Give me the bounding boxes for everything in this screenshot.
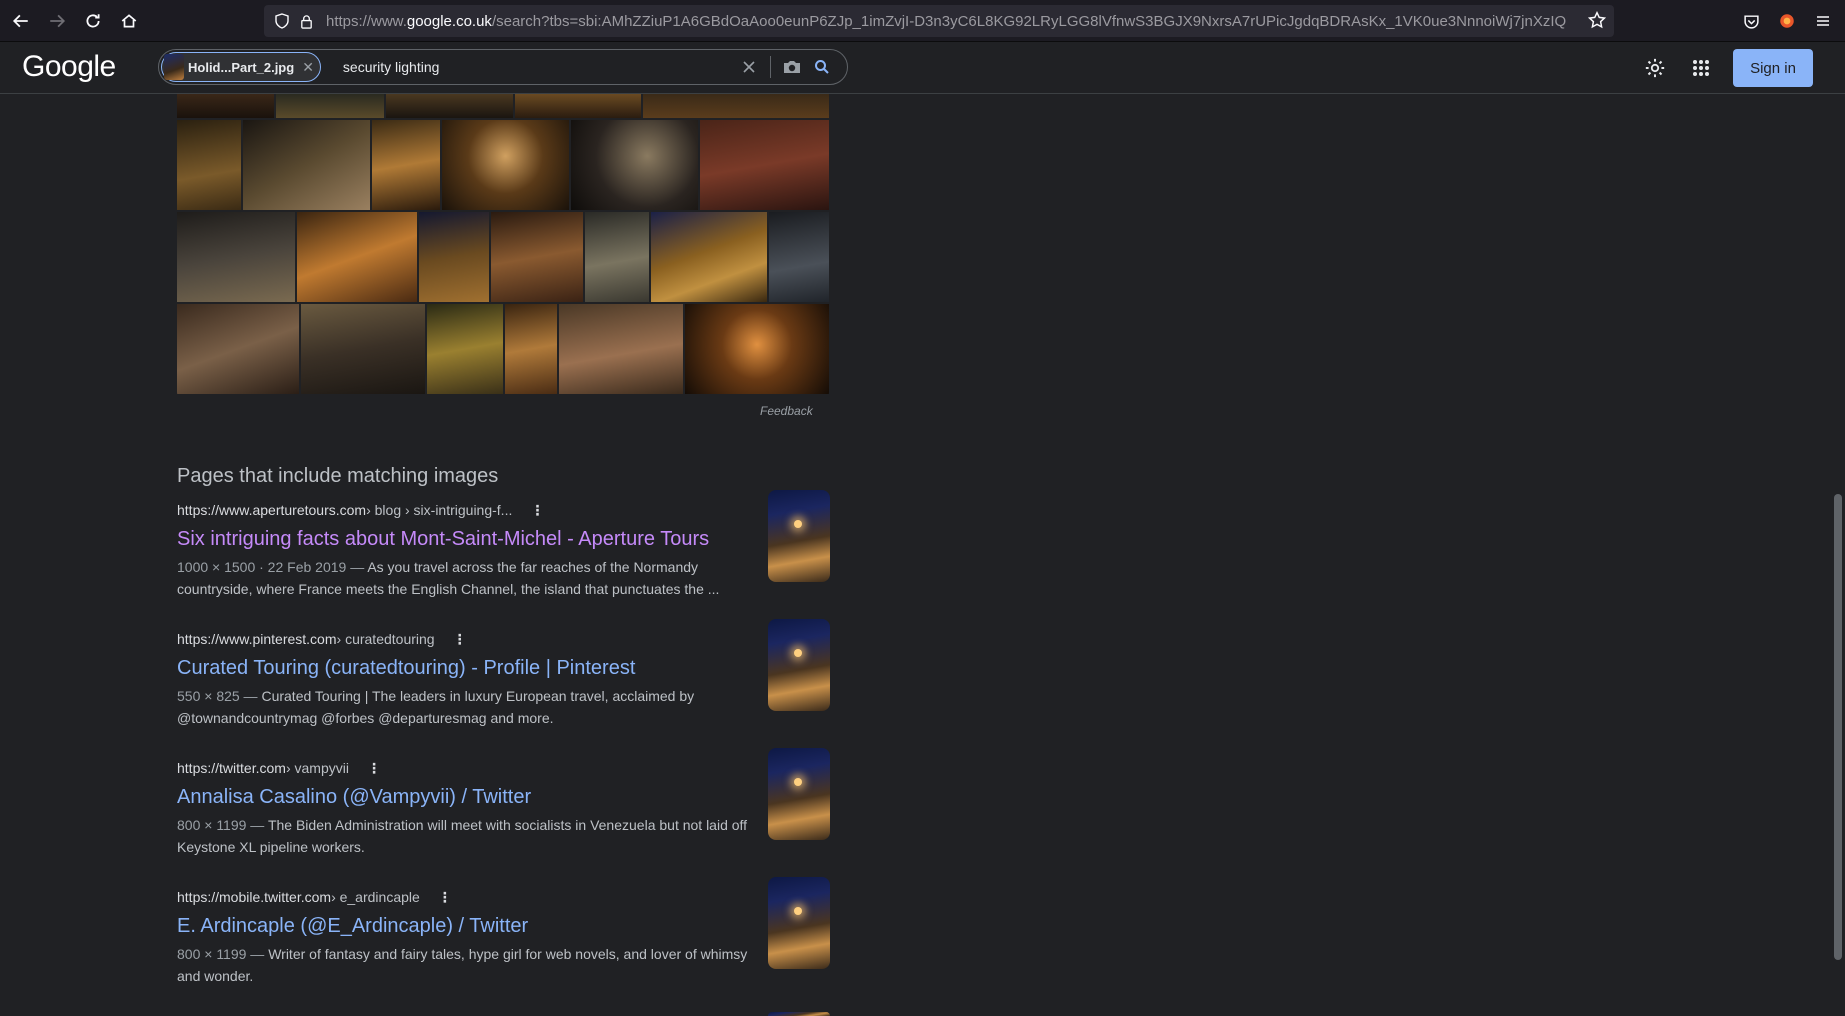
similar-image[interactable] — [297, 212, 417, 302]
similar-image[interactable] — [585, 212, 649, 302]
result-item: https://mobile.twitter.com › e_ardincapl… — [177, 877, 832, 987]
similar-image[interactable] — [243, 120, 370, 210]
similar-image[interactable] — [177, 304, 299, 394]
result-title-link[interactable]: E. Ardincaple (@E_Ardincaple) / Twitter — [177, 913, 832, 939]
chip-close-icon[interactable]: ✕ — [302, 59, 314, 76]
more-options-icon[interactable]: ⋮ — [367, 760, 381, 777]
settings-gear-icon[interactable] — [1635, 48, 1675, 88]
similar-image[interactable] — [571, 120, 698, 210]
similar-image[interactable] — [419, 212, 489, 302]
chip-label: Holid...Part_2.jpg — [188, 59, 295, 75]
similar-image[interactable] — [386, 94, 513, 118]
url-bar[interactable]: https://www.google.co.uk/search?tbs=sbi:… — [264, 5, 1614, 37]
similar-image[interactable] — [301, 304, 425, 394]
similar-image[interactable] — [427, 304, 503, 394]
result-url[interactable]: https://twitter.com › vampyvii ⋮ — [177, 758, 832, 778]
search-box[interactable]: Holid...Part_2.jpg ✕ security lighting — [158, 49, 848, 85]
visually-similar-images-grid[interactable] — [177, 94, 829, 400]
menu-icon[interactable] — [1805, 3, 1841, 39]
similar-image[interactable] — [372, 120, 440, 210]
pocket-icon[interactable] — [1733, 3, 1769, 39]
reload-button[interactable] — [76, 4, 110, 38]
search-input[interactable]: security lighting — [343, 59, 734, 75]
search-icon[interactable] — [807, 52, 837, 82]
apps-grid-icon[interactable] — [1681, 48, 1721, 88]
google-header: Google Holid...Part_2.jpg ✕ security lig… — [0, 42, 1845, 94]
result-thumbnail[interactable] — [768, 490, 830, 582]
bookmark-star-icon[interactable] — [1587, 10, 1607, 34]
similar-image[interactable] — [177, 212, 295, 302]
result-title-link[interactable]: Annalisa Casalino (@Vampyvii) / Twitter — [177, 784, 832, 810]
home-button[interactable] — [112, 4, 146, 38]
similar-image[interactable] — [685, 304, 829, 394]
result-url[interactable]: https://www.pinterest.com › curatedtouri… — [177, 629, 832, 649]
result-item: https://www.pinterest.com › curatedtouri… — [177, 619, 832, 729]
similar-image[interactable] — [505, 304, 557, 394]
browser-toolbar: https://www.google.co.uk/search?tbs=sbi:… — [0, 0, 1845, 42]
chip-thumbnail — [164, 54, 184, 80]
search-divider — [770, 56, 771, 78]
more-options-icon[interactable]: ⋮ — [438, 889, 452, 906]
similar-image[interactable] — [769, 212, 829, 302]
result-snippet: 800 × 1199 — Writer of fantasy and fairy… — [177, 946, 748, 984]
image-chip[interactable]: Holid...Part_2.jpg ✕ — [161, 52, 321, 82]
google-logo[interactable]: Google — [22, 50, 116, 84]
extension-icon[interactable] — [1769, 3, 1805, 39]
more-options-icon[interactable]: ⋮ — [530, 502, 544, 519]
similar-image[interactable] — [515, 94, 641, 118]
result-item: https://twitter.com › vampyvii ⋮ Annalisa… — [177, 748, 832, 858]
result-snippet: 1000 × 1500 · 22 Feb 2019 — As you trave… — [177, 559, 720, 597]
similar-image[interactable] — [442, 120, 569, 210]
result-title-link[interactable]: Curated Touring (curatedtouring) - Profi… — [177, 655, 832, 681]
result-thumbnail[interactable] — [768, 619, 830, 711]
sign-in-button[interactable]: Sign in — [1733, 49, 1813, 87]
feedback-link[interactable]: Feedback — [760, 404, 813, 418]
clear-icon[interactable] — [734, 52, 764, 82]
similar-image[interactable] — [491, 212, 583, 302]
more-options-icon[interactable]: ⋮ — [453, 631, 467, 648]
result-thumbnail-partial[interactable] — [768, 1012, 830, 1016]
forward-button[interactable] — [40, 4, 74, 38]
home-icon — [121, 13, 137, 27]
result-snippet: 800 × 1199 — The Biden Administration wi… — [177, 817, 748, 855]
result-url[interactable]: https://www.aperturetours.com › blog › s… — [177, 500, 832, 520]
similar-image[interactable] — [276, 94, 384, 118]
similar-image[interactable] — [651, 212, 767, 302]
similar-image[interactable] — [177, 120, 241, 210]
similar-image[interactable] — [643, 94, 829, 118]
result-url[interactable]: https://mobile.twitter.com › e_ardincapl… — [177, 887, 832, 907]
result-title-link[interactable]: Six intriguing facts about Mont-Saint-Mi… — [177, 526, 832, 552]
shield-icon[interactable] — [272, 11, 292, 31]
similar-image[interactable] — [700, 120, 829, 210]
back-button[interactable] — [4, 4, 38, 38]
lock-icon[interactable] — [296, 11, 316, 31]
reload-icon — [86, 13, 100, 27]
similar-image[interactable] — [559, 304, 683, 394]
camera-icon[interactable] — [777, 52, 807, 82]
result-snippet: 550 × 825 — Curated Touring | The leader… — [177, 688, 695, 726]
arrow-right-icon — [50, 14, 66, 27]
result-thumbnail[interactable] — [768, 748, 830, 840]
arrow-left-icon — [12, 14, 28, 27]
scrollbar-track[interactable] — [1831, 94, 1845, 1016]
result-thumbnail[interactable] — [768, 877, 830, 969]
section-title: Pages that include matching images — [177, 465, 499, 487]
url-text[interactable]: https://www.google.co.uk/search?tbs=sbi:… — [326, 13, 1576, 30]
result-item: https://www.aperturetours.com › blog › s… — [177, 490, 832, 600]
scrollbar-thumb[interactable] — [1834, 494, 1842, 960]
similar-image[interactable] — [177, 94, 274, 118]
